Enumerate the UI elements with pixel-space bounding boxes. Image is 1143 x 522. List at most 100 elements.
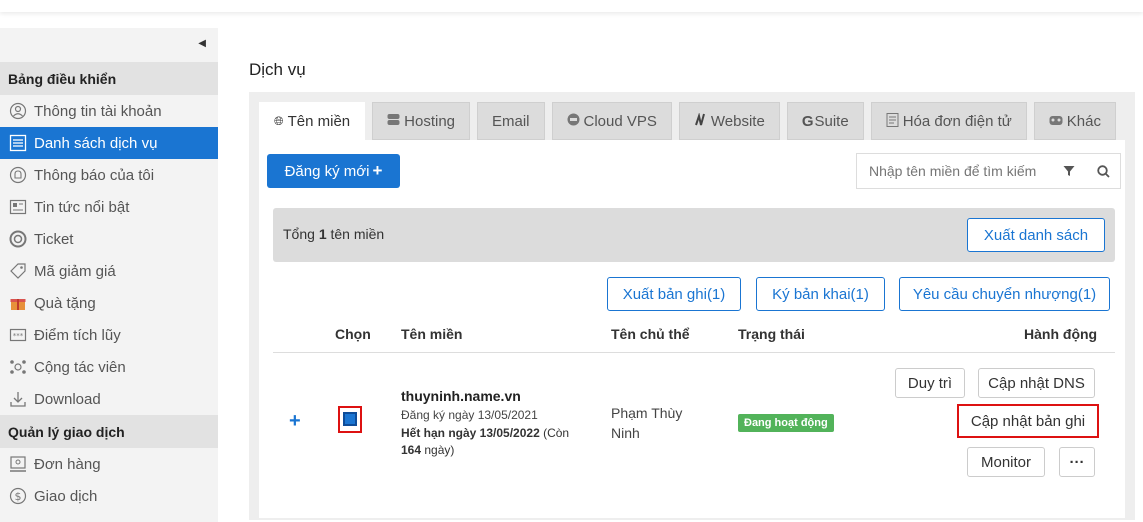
search-input[interactable]: [857, 155, 1052, 187]
expand-row-icon[interactable]: +: [289, 410, 301, 433]
sidebar-item-label: Tin tức nổi bật: [34, 198, 130, 216]
sign-declaration-button[interactable]: Ký bản khai(1): [756, 277, 885, 311]
sidebar-item-service-list[interactable]: Danh sách dịch vụ: [0, 127, 218, 159]
page-title: Dịch vụ: [249, 60, 306, 79]
tab-email[interactable]: Email: [477, 102, 545, 140]
tab-label: Tên miền: [287, 112, 351, 130]
server-icon: [387, 113, 400, 129]
sidebar-collapse-button[interactable]: ◀: [0, 28, 218, 62]
filter-icon[interactable]: [1052, 165, 1086, 177]
sidebar-item-label: Download: [34, 390, 101, 408]
search-icon[interactable]: [1086, 164, 1120, 178]
column-header-domain: Tên miền: [401, 326, 463, 342]
top-bar: [0, 0, 1143, 12]
sidebar-item-account-info[interactable]: Thông tin tài khoản: [0, 95, 218, 127]
status-badge: Đang hoạt động: [738, 414, 834, 432]
sidebar-item-points[interactable]: *** Điểm tích lũy: [0, 319, 218, 351]
tab-cloud-vps[interactable]: Cloud VPS: [551, 102, 672, 140]
services-panel: 🌐︎ Tên miền Hosting Email Cloud VPS Webs…: [249, 92, 1135, 520]
news-icon: [8, 197, 28, 217]
total-count-text: Tổng 1 tên miền: [283, 226, 385, 242]
tab-e-invoice[interactable]: Hóa đơn điện tử: [870, 102, 1027, 140]
tab-label: Suite: [814, 112, 849, 130]
download-icon: [8, 389, 28, 409]
row-select-highlight: [338, 406, 362, 433]
expiry-info: Hết hạn ngày 13/05/2022 (Còn 164 ngày): [401, 426, 570, 457]
sidebar-item-gifts[interactable]: Quà tặng: [0, 287, 218, 319]
tab-label: Hosting: [404, 112, 455, 130]
g-icon: G: [801, 112, 814, 130]
maintain-button[interactable]: Duy trì: [895, 368, 965, 398]
sidebar-item-label: Ticket: [34, 230, 74, 248]
row-checkbox[interactable]: [343, 412, 357, 426]
sidebar-item-label: Giao dịch: [34, 487, 98, 505]
column-header-actions: Hành động: [1024, 326, 1098, 342]
tab-label: Website: [710, 112, 765, 130]
sidebar-item-label: Mã giảm giá: [34, 262, 116, 280]
tab-other[interactable]: Khác: [1033, 102, 1116, 140]
lifebuoy-icon: [8, 229, 28, 249]
sidebar-item-label: Thông tin tài khoản: [34, 102, 162, 120]
register-new-label: Đăng ký mới: [284, 162, 370, 180]
column-header-owner: Tên chủ thể: [611, 326, 690, 342]
tab-website[interactable]: Website: [678, 102, 780, 140]
sidebar-item-orders[interactable]: Đơn hàng: [0, 448, 218, 480]
sidebar-item-affiliates[interactable]: Cộng tác viên: [0, 351, 218, 383]
registered-date: Đăng ký ngày 13/05/2021: [401, 408, 538, 422]
tab-label: Cloud VPS: [583, 112, 657, 130]
plus-icon: +: [372, 161, 383, 180]
sidebar-item-transactions[interactable]: $ Giao dịch: [0, 480, 218, 512]
domain-search: [856, 153, 1121, 189]
sidebar: ◀ Bảng điều khiển Thông tin tài khoản Da…: [0, 28, 218, 522]
tab-g-suite[interactable]: G Suite: [786, 102, 864, 140]
domain-name[interactable]: thuyninh.name.vn: [401, 388, 521, 404]
tab-hosting[interactable]: Hosting: [372, 102, 470, 140]
monitor-button[interactable]: Monitor: [967, 447, 1045, 477]
tab-label: Khác: [1066, 112, 1101, 130]
cloud-icon: [567, 113, 580, 129]
table-header-divider: [273, 352, 1115, 353]
caret-left-icon: ◀: [198, 38, 206, 49]
globe-icon: 🌐︎: [274, 113, 284, 128]
export-records-button[interactable]: Xuất bản ghi(1): [607, 277, 741, 311]
account-icon: [8, 101, 28, 121]
bell-icon: [8, 165, 28, 185]
sidebar-item-label: Danh sách dịch vụ: [34, 134, 158, 152]
column-header-select: Chọn: [335, 326, 371, 342]
svg-text:***: ***: [13, 332, 24, 340]
sidebar-item-coupons[interactable]: Mã giảm giá: [0, 255, 218, 287]
export-list-button[interactable]: Xuất danh sách: [967, 218, 1105, 252]
sidebar-item-ticket[interactable]: Ticket: [0, 223, 218, 255]
tab-label: Hóa đơn điện tử: [902, 112, 1012, 130]
update-dns-button[interactable]: Cập nhật DNS: [978, 368, 1095, 398]
summary-bar: Tổng 1 tên miền Xuất danh sách: [273, 208, 1115, 262]
order-icon: [8, 454, 28, 474]
sidebar-item-label: Điểm tích lũy: [34, 326, 121, 344]
sidebar-section-dashboard: Bảng điều khiển: [0, 62, 218, 95]
sidebar-item-news[interactable]: Tin tức nổi bật: [0, 191, 218, 223]
sidebar-item-notifications[interactable]: Thông báo của tôi: [0, 159, 218, 191]
gift-icon: [8, 293, 28, 313]
website-icon: [694, 112, 707, 129]
sidebar-item-label: Quà tặng: [34, 294, 96, 312]
sidebar-section-transactions: Quản lý giao dịch: [0, 415, 218, 448]
list-icon: [8, 133, 28, 153]
other-icon: [1049, 113, 1063, 129]
owner-name: Phạm Thùy Ninh: [611, 405, 683, 441]
transfer-request-button[interactable]: Yêu cầu chuyển nhượng(1): [899, 277, 1110, 311]
points-icon: ***: [8, 325, 28, 345]
column-header-status: Trạng thái: [738, 326, 805, 342]
svg-text:$: $: [15, 490, 22, 503]
update-records-button[interactable]: Cập nhật bản ghi: [960, 407, 1096, 435]
sidebar-item-label: Thông báo của tôi: [34, 166, 155, 184]
sidebar-item-label: Cộng tác viên: [34, 358, 126, 376]
more-actions-button[interactable]: ···: [1059, 447, 1095, 477]
sidebar-item-download[interactable]: Download: [0, 383, 218, 415]
service-tabs: 🌐︎ Tên miền Hosting Email Cloud VPS Webs…: [259, 102, 1123, 140]
affiliate-icon: [8, 357, 28, 377]
sidebar-item-label: Đơn hàng: [34, 455, 101, 473]
tab-label: Email: [492, 112, 530, 130]
dollar-icon: $: [8, 486, 28, 506]
tab-domains[interactable]: 🌐︎ Tên miền: [259, 102, 366, 140]
register-new-button[interactable]: Đăng ký mới +: [267, 154, 400, 188]
